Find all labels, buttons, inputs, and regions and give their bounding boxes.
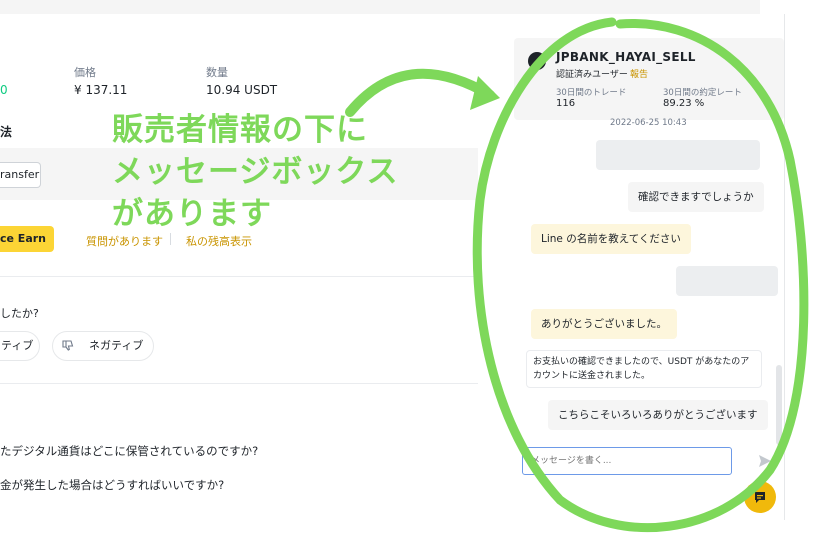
chat-scrollbar[interactable]	[776, 365, 782, 445]
trades-value: 116	[556, 98, 576, 109]
section-divider-2	[0, 383, 478, 384]
negative-button[interactable]: ネガティブ	[52, 331, 154, 361]
chat-message: Line の名前を教えてください	[531, 224, 691, 254]
completion-label: 30日間の約定レート	[663, 88, 742, 98]
positive-label: ティブ	[1, 339, 34, 352]
quantity-label: 数量	[206, 66, 228, 79]
faq-item[interactable]: 金が発生した場合はどうすればいいですか?	[0, 477, 224, 493]
chat-icon	[755, 492, 765, 503]
chat-message: こちらこそいろいろありがとうございます	[548, 400, 768, 430]
annotation-line: メッセージボックス	[112, 154, 399, 190]
blurred-message	[596, 140, 760, 170]
positive-button[interactable]: ティブ	[0, 331, 40, 361]
blurred-message	[676, 266, 778, 296]
amount-value: 0	[0, 83, 8, 97]
trades-label: 30日間のトレード	[556, 88, 627, 98]
completion-value: 89.23 %	[663, 98, 705, 109]
annotation-line: があります	[112, 196, 272, 232]
message-input[interactable]	[522, 447, 732, 475]
report-link[interactable]: 報告	[630, 67, 648, 80]
price-label: 価格	[74, 66, 96, 79]
chat-message: ありがとうございました。	[531, 309, 677, 339]
payment-method-label: 法	[0, 125, 13, 139]
chat-fab-button[interactable]	[744, 481, 776, 513]
section-divider	[0, 276, 478, 277]
thumbs-down-icon	[62, 340, 74, 351]
top-bar	[0, 0, 760, 14]
system-message: お支払いの確認できましたので、USDT があなたのアカウントに送金されました。	[526, 350, 762, 388]
feedback-question: したか?	[0, 307, 39, 320]
quantity-value: 10.94 USDT	[206, 83, 278, 97]
earn-button[interactable]: ce Earn	[0, 226, 54, 252]
annotation-line: 販売者情報の下に	[112, 112, 368, 148]
seller-name[interactable]: JPBANK_HAYAI_SELL	[556, 50, 696, 64]
chat-message: 確認できますでしょうか	[628, 182, 764, 212]
verified-badge: 認証済みユーザー	[556, 70, 628, 80]
price-value: ¥ 137.11	[74, 83, 128, 97]
send-icon[interactable]	[758, 454, 772, 468]
chat-timestamp: 2022-06-25 10:43	[610, 118, 687, 128]
bank-transfer-button[interactable]: ransfer	[0, 162, 41, 188]
negative-label: ネガティブ	[89, 339, 144, 352]
faq-item[interactable]: たデジタル通貨はどこに保管されているのですか?	[0, 443, 258, 459]
avatar	[528, 52, 546, 70]
